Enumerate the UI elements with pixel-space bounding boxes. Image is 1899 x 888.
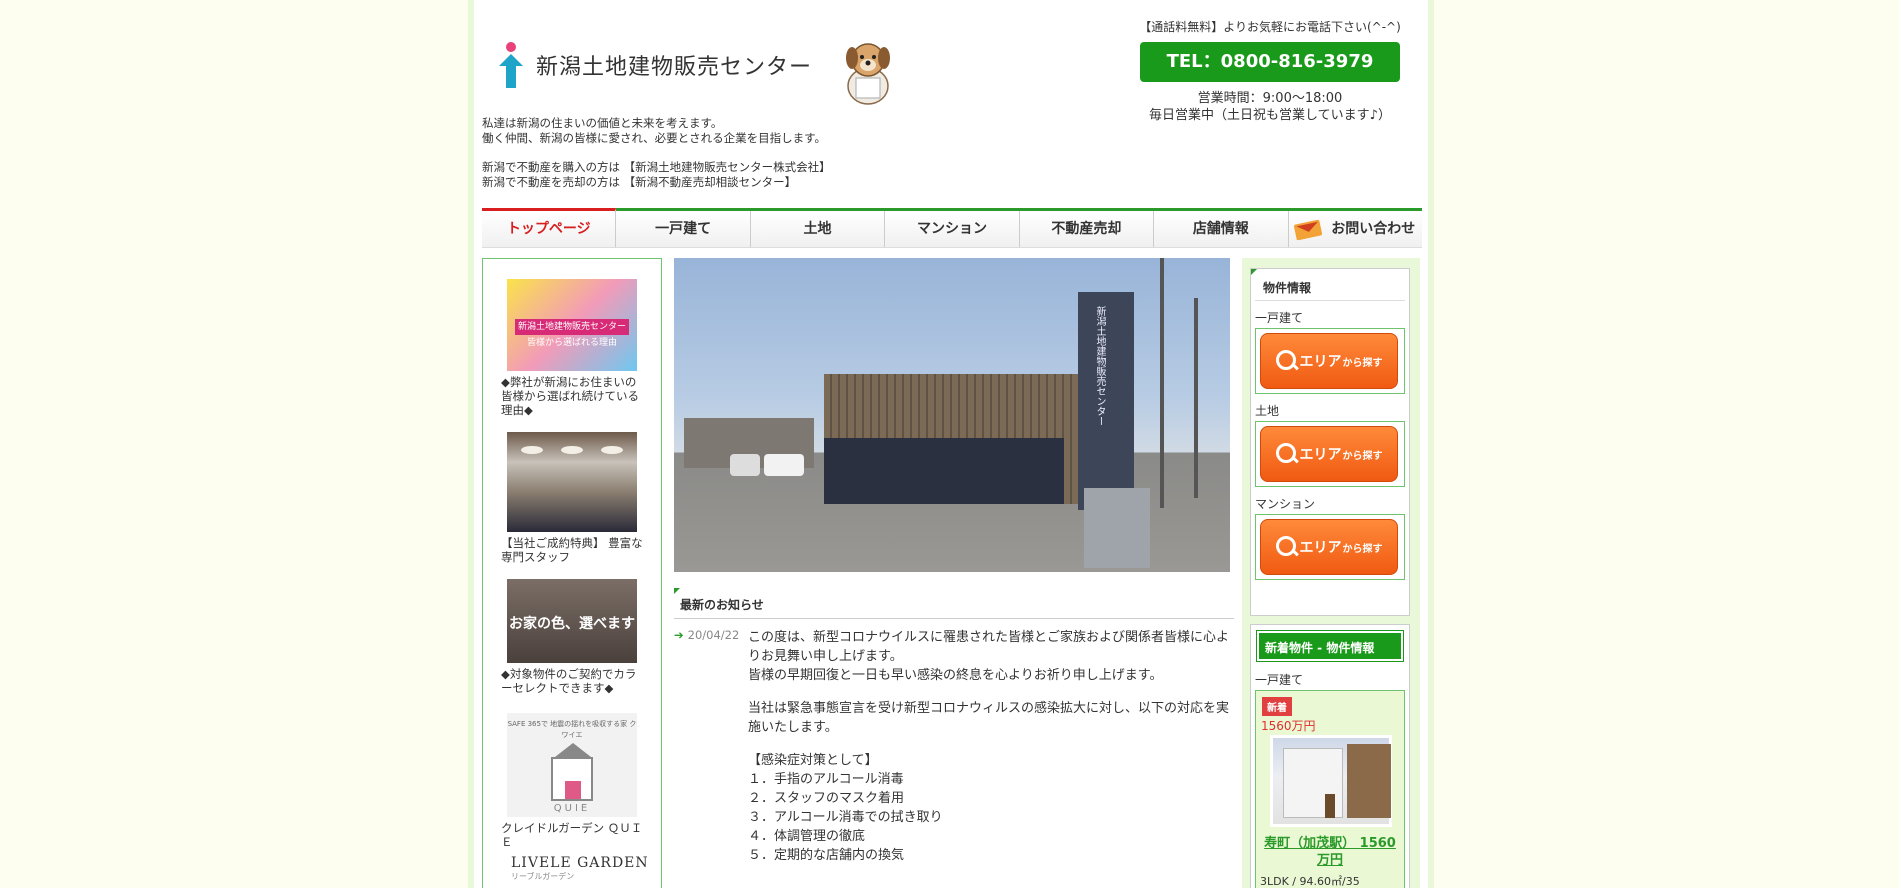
- news-heading: 最新のお知らせ: [674, 588, 1234, 619]
- mansion-area-search-button[interactable]: エリア から探す: [1260, 519, 1398, 575]
- news-paragraph: 【感染症対策として】: [748, 753, 878, 768]
- arrow-right-icon: ➔: [674, 628, 684, 642]
- banner-reasons-caption[interactable]: ◆弊社が新潟にお住まいの皆様から選ばれ続けている理由◆: [501, 375, 647, 417]
- phone-area: 【通話料無料】よりお気軽にお電話下さい(^-^) TEL：0800-816-39…: [1138, 18, 1402, 124]
- intro-line: 新潟で不動産を購入の方は 【新潟土地建物販売センター株式会社】: [482, 160, 831, 174]
- news-list-item: ５．定期的な店舗内の換気: [748, 848, 905, 863]
- area-btn-sub: から探す: [1342, 357, 1383, 369]
- new-listing-card[interactable]: 新着 1560万円 寿町（加茂駅） 1560万円 3LDK / 94.60㎡/3…: [1255, 690, 1405, 888]
- banner-livele[interactable]: LIVELE GARDEN リーブルガーデン: [511, 855, 649, 882]
- news-list-item: ４．体調管理の徹底: [748, 829, 866, 844]
- area-btn-label: エリア: [1299, 540, 1342, 556]
- listing-price: 1560万円: [1261, 719, 1316, 733]
- banner-livele-title: LIVELE GARDEN: [511, 855, 649, 871]
- news-list-item: ３．アルコール消毒での拭き取り: [748, 810, 943, 825]
- banner-quie-caption[interactable]: クレイドルガーデン ＱＵＩＥ: [501, 821, 647, 849]
- banner-reasons[interactable]: 新潟土地建物販売センター 皆様から選ばれる理由 ◆弊社が新潟にお住まいの皆様から…: [501, 279, 647, 417]
- page: 新潟土地建物販売センター 私達は新潟の住まいの価値と未来を考えます。 働く仲間、…: [474, 0, 1428, 888]
- new-listings-title: 新着物件 - 物件情報: [1256, 630, 1404, 662]
- hours-line: 営業時間：9:00～18:00: [1197, 91, 1343, 106]
- intro-line: 働く仲間、新潟の皆様に愛され、必要とされる企業を目指します。: [482, 131, 826, 145]
- mail-icon: [1293, 218, 1325, 241]
- area-btn-label: エリア: [1299, 354, 1342, 370]
- banner-staff-caption[interactable]: 【当社ご成約特典】 豊富な専門スタッフ: [501, 536, 647, 564]
- business-hours: 営業時間：9:00～18:00 毎日営業中（土日祝も営業しています♪）: [1138, 90, 1402, 124]
- land-label: 土地: [1255, 404, 1280, 418]
- search-icon: [1275, 536, 1298, 558]
- nav-contact[interactable]: お問い合わせ: [1288, 211, 1422, 247]
- house-area-search-button[interactable]: エリア から探す: [1260, 333, 1398, 389]
- hero-sign-text: 新潟土地建物販売センター: [1094, 306, 1105, 426]
- hours-line: 毎日営業中（土日祝も営業しています♪）: [1149, 108, 1391, 123]
- banner-color-image[interactable]: お家の色、選べます: [507, 579, 637, 663]
- area-btn-sub: から探す: [1342, 450, 1383, 462]
- intro-text: 私達は新潟の住まいの価値と未来を考えます。 働く仲間、新潟の皆様に愛され、必要と…: [482, 116, 831, 190]
- company-name: 新潟土地建物販売センター: [536, 55, 813, 80]
- banner-quie[interactable]: SAFE 365で 地震の揺れを吸収する家 クワイエ QUIE クレイドルガーデ…: [501, 713, 647, 849]
- house-label: 一戸建て: [1255, 311, 1304, 325]
- news-date-text: 20/04/22: [687, 628, 740, 642]
- nav-top[interactable]: トップページ: [482, 208, 617, 247]
- nav-sell[interactable]: 不動産売却: [1019, 211, 1155, 247]
- banner-staff[interactable]: 【当社ご成約特典】 豊富な専門スタッフ: [501, 432, 647, 564]
- phone-button[interactable]: TEL：0800-816-3979: [1140, 42, 1400, 82]
- nav-store[interactable]: 店舗情報: [1154, 211, 1289, 247]
- land-area-search-button[interactable]: エリア から探す: [1260, 426, 1398, 482]
- banner-quie-text: SAFE 365で 地震の揺れを吸収する家 クワイエ: [507, 720, 637, 739]
- phone-note: 【通話料無料】よりお気軽にお電話下さい(^-^): [1139, 20, 1401, 34]
- nav-house[interactable]: 一戸建て: [616, 211, 751, 247]
- news-paragraph: この度は、新型コロナウイルスに罹患された皆様とご家族および関係者皆様に心よりお見…: [748, 630, 1230, 664]
- banner-reasons-image[interactable]: 新潟土地建物販売センター 皆様から選ばれる理由: [507, 279, 637, 371]
- new-badge: 新着: [1262, 697, 1292, 716]
- listing-spec: 3LDK / 94.60㎡/35: [1260, 875, 1360, 888]
- left-sidebar: 新潟土地建物販売センター 皆様から選ばれる理由 ◆弊社が新潟にお住まいの皆様から…: [482, 258, 662, 888]
- banner-color-caption[interactable]: ◆対象物件のご契約でカラーセレクトできます◆: [501, 667, 647, 695]
- hero-sign: 新潟土地建物販売センター: [1078, 292, 1134, 510]
- search-icon: [1275, 443, 1298, 465]
- banner-livele-sub: リーブルガーデン: [511, 872, 575, 881]
- news-body: この度は、新型コロナウイルスに罹患された皆様とご家族および関係者皆様に心よりお見…: [748, 628, 1232, 865]
- news-paragraph: 当社は緊急事態宣言を受け新型コロナウィルスの感染拡大に対し、以下の対応を実施いた…: [748, 701, 1230, 735]
- house-area-wrap: エリア から探す: [1255, 328, 1405, 394]
- intro-line: 私達は新潟の住まいの価値と未来を考えます。: [482, 116, 723, 130]
- main-nav: トップページ 一戸建て 土地 マンション 不動産売却 店舗情報 お問い合わせ: [482, 208, 1422, 248]
- banner-quie-image[interactable]: SAFE 365で 地震の揺れを吸収する家 クワイエ QUIE: [507, 713, 637, 817]
- area-btn-sub: から探す: [1342, 543, 1383, 555]
- nav-land[interactable]: 土地: [750, 211, 886, 247]
- nav-contact-label: お問い合わせ: [1331, 221, 1416, 237]
- intro-line: 新潟で不動産を売却の方は 【新潟不動産売却相談センター】: [482, 175, 797, 189]
- property-info-box: 物件情報 一戸建て エリア から探す 土地 エリア から探す マンション エリア…: [1250, 268, 1410, 616]
- mansion-label: マンション: [1255, 497, 1316, 511]
- mansion-area-wrap: エリア から探す: [1255, 514, 1405, 580]
- news-date: ➔ 20/04/22: [674, 628, 739, 642]
- property-info-title: 物件情報: [1251, 269, 1405, 301]
- house-icon: [551, 743, 593, 801]
- news-list-item: ２．スタッフのマスク着用: [748, 791, 905, 806]
- area-btn-label: エリア: [1299, 447, 1342, 463]
- new-listings-label: 一戸建て: [1255, 673, 1304, 687]
- land-area-wrap: エリア から探す: [1255, 421, 1405, 487]
- site-logo[interactable]: 新潟土地建物販売センター: [496, 42, 812, 88]
- listing-link[interactable]: 寿町（加茂駅） 1560万円: [1260, 835, 1400, 869]
- banner-color-title: お家の色、選べます: [509, 616, 635, 632]
- hero-photo: 新潟土地建物販売センター: [674, 258, 1230, 572]
- nav-mansion[interactable]: マンション: [885, 211, 1020, 247]
- banner-quie-logo: QUIE: [553, 803, 591, 814]
- right-sidebar: 物件情報 一戸建て エリア から探す 土地 エリア から探す マンション エリア…: [1242, 258, 1420, 888]
- new-listings-box: 新着物件 - 物件情報 一戸建て 新着 1560万円 寿町（加茂駅） 1560万…: [1250, 624, 1410, 888]
- search-icon: [1275, 350, 1298, 372]
- banner-color[interactable]: お家の色、選べます ◆対象物件のご契約でカラーセレクトできます◆: [501, 579, 647, 695]
- logo-arrow-icon: [496, 42, 526, 88]
- news-paragraph: 皆様の早期回復と一日も早い感染の終息を心よりお祈り申し上げます。: [748, 668, 1163, 683]
- news-list-item: １．手指のアルコール消毒: [748, 772, 904, 787]
- banner-staff-image[interactable]: [507, 432, 637, 532]
- listing-thumbnail[interactable]: [1270, 735, 1392, 827]
- banner-reasons-title: 新潟土地建物販売センター 皆様から選ばれる理由: [515, 319, 629, 348]
- dog-mascot-icon: [846, 43, 890, 105]
